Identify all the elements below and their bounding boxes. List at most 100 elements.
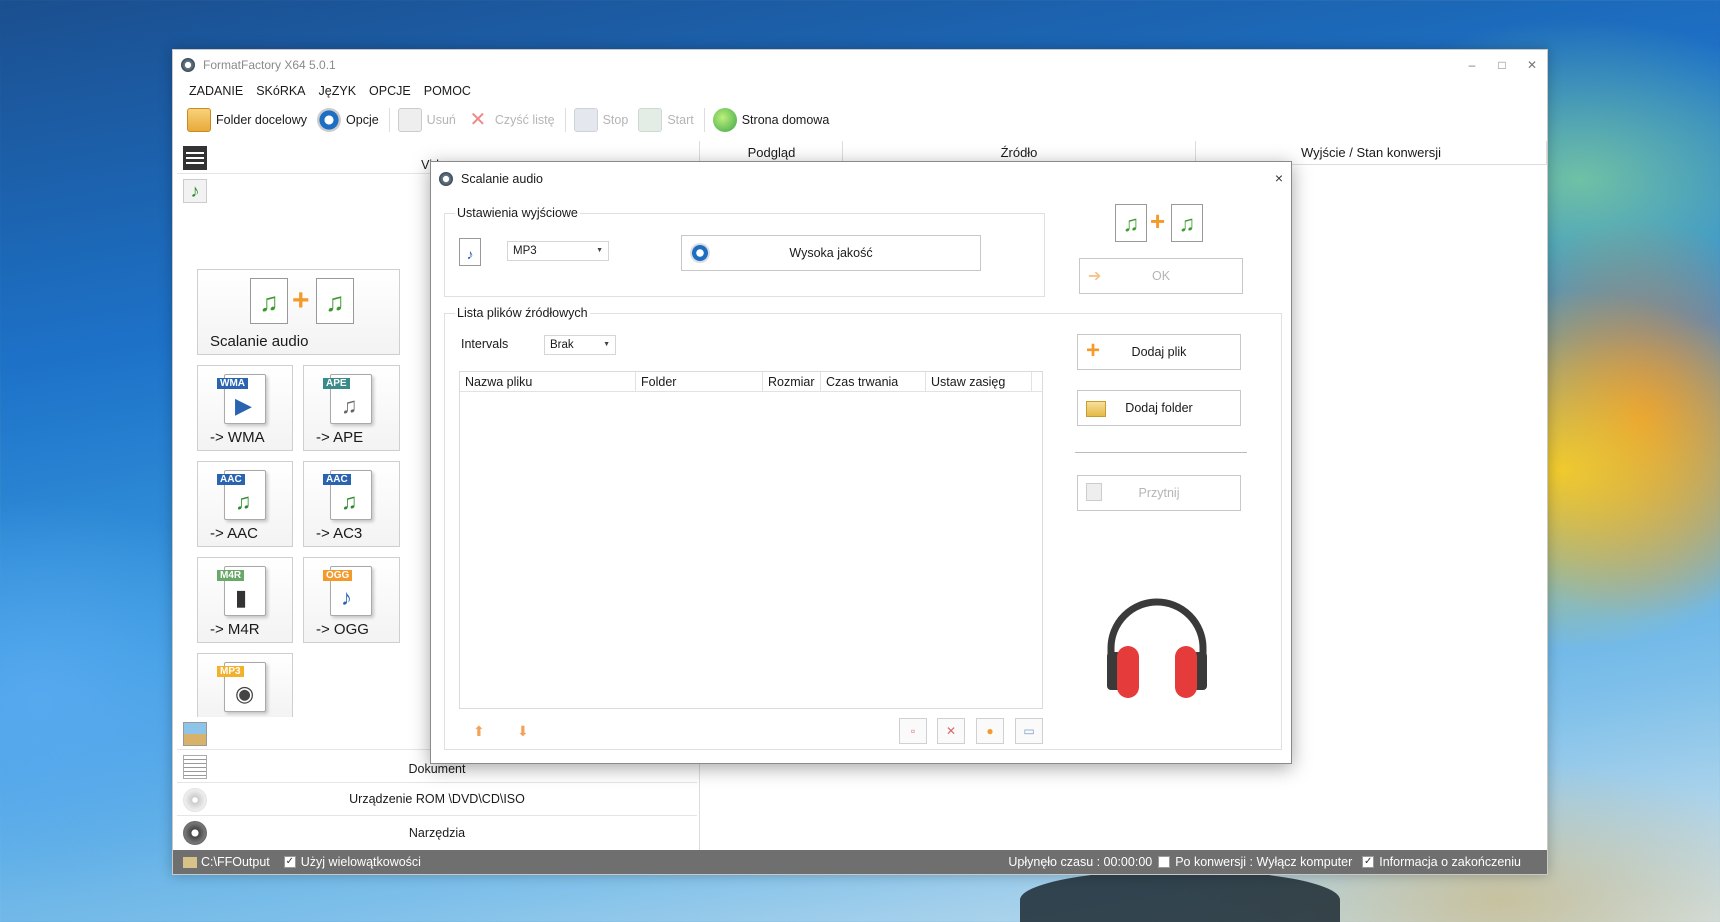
menu-bar: ZADANIE SKóRKA JęZYK OPCJE POMOC — [173, 80, 1547, 102]
dialog-close-button[interactable]: × — [1275, 170, 1283, 186]
document-pen-icon — [183, 755, 207, 779]
desktop-wallpaper-shape — [1020, 870, 1340, 922]
trim-icon — [1086, 483, 1102, 501]
output-folder-button[interactable]: Folder docelowy — [187, 105, 307, 135]
music-file-icon: ♫ — [250, 278, 288, 324]
intervals-select[interactable]: Brak ▼ — [544, 335, 616, 355]
options-button[interactable]: Opcje — [317, 105, 379, 135]
toolbar: Folder docelowy Opcje Usuń ✕ Czyść listę… — [173, 102, 1547, 138]
mp3-file-icon: MP3 ◉ — [217, 662, 266, 712]
button-divider — [1075, 452, 1247, 453]
headphones-icon — [1107, 598, 1207, 698]
file-info-button[interactable]: ▭ — [1015, 718, 1043, 744]
category-tools[interactable]: Narzędzia — [177, 816, 697, 849]
m4r-file-icon: M4R ▮ — [217, 566, 266, 616]
ac3-file-icon: AAC ♫ — [323, 470, 372, 520]
minimize-button[interactable]: – — [1457, 50, 1487, 80]
chevron-down-icon: ▼ — [603, 341, 610, 348]
remove-file-button[interactable]: ▫ — [899, 718, 927, 744]
app-icon — [439, 172, 453, 186]
intervals-label: Intervals — [461, 337, 509, 351]
output-folder-icon — [183, 856, 197, 868]
merge-audio-dialog: Scalanie audio × Ustawienia wyjściowe ♪ … — [430, 161, 1292, 764]
wma-file-icon: WMA ▶ — [217, 374, 266, 424]
column-range[interactable]: Ustaw zasięg — [926, 372, 1032, 391]
output-settings-label: Ustawienia wyjściowe — [455, 206, 580, 220]
notify-checkbox[interactable]: ✓ — [1362, 856, 1375, 868]
info-window-icon: ▭ — [1023, 724, 1035, 738]
tile-to-ape[interactable]: APE ♫ -> APE — [303, 365, 400, 451]
column-size[interactable]: Rozmiar — [763, 372, 821, 391]
image-icon — [183, 722, 207, 746]
multithread-checkbox[interactable]: ✓ — [283, 856, 296, 868]
stop-icon — [573, 108, 598, 132]
tile-to-aac[interactable]: AAC ♫ -> AAC — [197, 461, 293, 547]
column-file-name[interactable]: Nazwa pliku — [460, 372, 636, 391]
arrow-right-icon: ➔ — [1088, 268, 1102, 285]
remove-file-icon — [397, 108, 422, 132]
merge-audio-icon: ♫ + ♫ — [1115, 204, 1209, 244]
remove-button[interactable]: Usuń — [397, 105, 456, 135]
homepage-button[interactable]: Strona domowa — [712, 105, 829, 135]
remove-file-icon: ▫ — [910, 724, 916, 738]
menu-task[interactable]: ZADANIE — [189, 84, 243, 98]
add-folder-button[interactable]: Dodaj folder — [1077, 390, 1241, 426]
folder-icon — [187, 108, 211, 132]
title-bar: FormatFactory X64 5.0.1 – □ ✕ — [173, 50, 1547, 80]
column-folder[interactable]: Folder — [636, 372, 763, 391]
tile-to-ac3[interactable]: AAC ♫ -> AC3 — [303, 461, 400, 547]
disc-icon — [183, 788, 207, 812]
add-folder-icon — [1086, 401, 1106, 417]
category-rom[interactable]: Urządzenie ROM \DVD\CD\ISO — [177, 783, 697, 816]
add-file-button[interactable]: + Dodaj plik — [1077, 334, 1241, 370]
format-select[interactable]: MP3 ▼ — [507, 241, 609, 261]
quality-button[interactable]: Wysoka jakość — [681, 235, 981, 271]
options-gear-icon — [317, 108, 342, 132]
close-window-button[interactable]: ✕ — [1517, 50, 1547, 80]
start-icon — [638, 108, 663, 132]
plus-icon: + — [1086, 337, 1101, 364]
maximize-button[interactable]: □ — [1487, 50, 1517, 80]
output-settings-group: Ustawienia wyjściowe ♪ MP3 ▼ Wysoka jako… — [444, 206, 1045, 297]
stop-button[interactable]: Stop — [573, 105, 628, 135]
tile-to-ogg[interactable]: OGG ♪ -> OGG — [303, 557, 400, 643]
toolbar-separator — [388, 108, 390, 132]
options-gear-icon — [690, 243, 710, 263]
dialog-title: Scalanie audio — [461, 172, 544, 186]
column-duration[interactable]: Czas trwania — [821, 372, 926, 391]
trim-button[interactable]: Przytnij — [1077, 475, 1241, 511]
tile-to-mp3[interactable]: MP3 ◉ — [197, 653, 293, 717]
start-button[interactable]: Start — [638, 105, 694, 135]
move-down-icon[interactable]: ⬇ — [517, 723, 529, 740]
ok-button[interactable]: ➔ OK — [1079, 258, 1243, 294]
music-note-icon: ♪ — [183, 179, 207, 203]
tile-to-wma[interactable]: WMA ▶ -> WMA — [197, 365, 293, 451]
menu-skin[interactable]: SKóRKA — [256, 84, 305, 98]
clear-files-button[interactable]: ✕ — [937, 718, 965, 744]
menu-help[interactable]: POMOC — [424, 84, 471, 98]
ogg-file-icon: OGG ♪ — [323, 566, 372, 616]
multithread-label: Użyj wielowątkowości — [300, 855, 421, 869]
table-header: Nazwa pliku Folder Rozmiar Czas trwania … — [460, 372, 1042, 392]
globe-icon — [712, 108, 737, 132]
tile-to-m4r[interactable]: M4R ▮ -> M4R — [197, 557, 293, 643]
menu-options[interactable]: OPCJE — [369, 84, 411, 98]
clear-list-button[interactable]: ✕ Czyść listę — [466, 105, 554, 135]
play-icon: ● — [986, 724, 994, 738]
shutdown-label: Po konwersji : Wyłącz komputer — [1175, 855, 1353, 869]
chevron-down-icon: ▼ — [596, 247, 603, 254]
play-file-button[interactable]: ● — [976, 718, 1004, 744]
tile-merge-audio[interactable]: ♫ + ♫ Scalanie audio — [197, 269, 400, 355]
source-file-table[interactable]: Nazwa pliku Folder Rozmiar Czas trwania … — [459, 371, 1043, 709]
move-up-icon[interactable]: ⬆ — [473, 723, 485, 740]
app-icon — [181, 58, 195, 72]
music-file-icon: ♫ — [316, 278, 354, 324]
film-reel-icon — [183, 821, 207, 845]
dialog-title-bar: Scalanie audio — [431, 162, 1291, 196]
plus-icon: + — [292, 284, 310, 317]
output-path[interactable]: C:\FFOutput — [201, 855, 270, 869]
elapsed-time: Upłynęło czasu : 00:00:00 — [1008, 855, 1153, 869]
film-icon — [183, 146, 207, 170]
menu-language[interactable]: JęZYK — [319, 84, 357, 98]
shutdown-checkbox[interactable] — [1158, 856, 1171, 868]
